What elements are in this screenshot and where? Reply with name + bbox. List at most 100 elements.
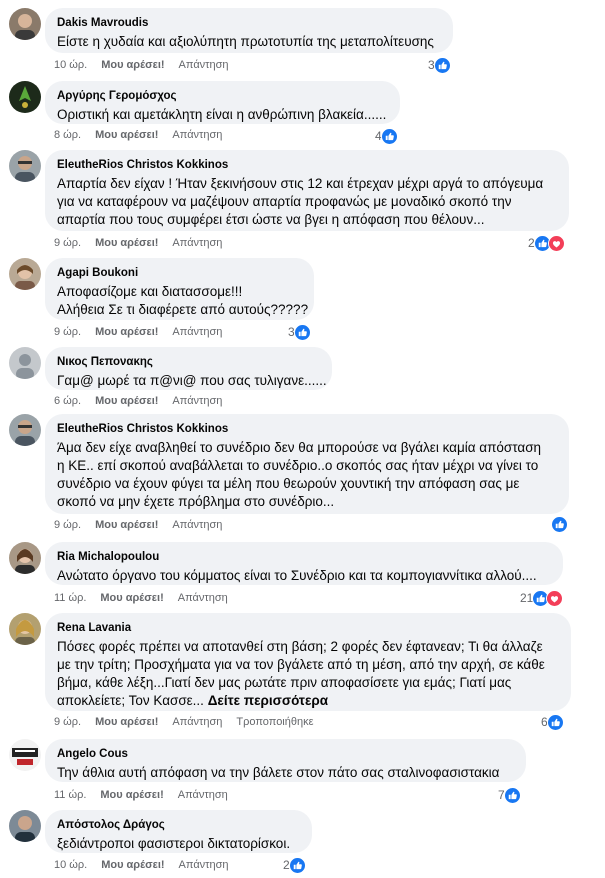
like-button[interactable]: Μου αρέσει! <box>101 859 164 871</box>
reply-button[interactable]: Απάντηση <box>179 59 229 71</box>
avatar[interactable] <box>9 613 41 645</box>
avatar[interactable] <box>9 542 41 574</box>
comment-text-line: Πόσες φορές πρέπει να αποτανθεί στη βάση… <box>57 639 543 654</box>
reply-button[interactable]: Απάντηση <box>178 592 228 604</box>
comment-author[interactable]: Agapi Boukoni <box>57 266 302 281</box>
comment-time[interactable]: 10 ώρ. <box>54 859 87 871</box>
comment-author[interactable]: EleutheRios Christos Kokkinos <box>57 158 557 173</box>
like-button[interactable]: Μου αρέσει! <box>100 789 163 801</box>
like-button[interactable]: Μου αρέσει! <box>95 716 158 728</box>
comment-bubble: EleutheRios Christos Kokkinos Άμα δεν εί… <box>45 414 569 514</box>
comment-text-line: αποκλείετε; Τον Κασσε... <box>57 693 204 708</box>
comment-bubble: EleutheRios Christos Kokkinos Απαρτία δε… <box>45 150 569 231</box>
like-button[interactable]: Μου αρέσει! <box>95 395 158 407</box>
reply-button[interactable]: Απάντηση <box>179 859 229 871</box>
avatar[interactable] <box>9 81 41 113</box>
comment-time[interactable]: 8 ώρ. <box>54 129 81 141</box>
reaction-summary[interactable]: 3 <box>288 323 311 341</box>
like-button[interactable]: Μου αρέσει! <box>95 326 158 338</box>
reply-button[interactable]: Απάντηση <box>172 519 222 531</box>
comment-time[interactable]: 10 ώρ. <box>54 59 87 71</box>
reaction-summary[interactable] <box>551 515 568 533</box>
comment-time[interactable]: 6 ώρ. <box>54 395 81 407</box>
reaction-summary[interactable]: 7 <box>498 786 521 804</box>
like-button[interactable]: Μου αρέσει! <box>100 592 163 604</box>
comment-bubble: Απόστολος Δράγος ξεδιάντροποι φασιστεροι… <box>45 810 312 853</box>
like-button[interactable]: Μου αρέσει! <box>95 237 158 249</box>
comment-bubble: Αργύρης Γερομόσχος Οριστική και αμετάκλη… <box>45 81 400 124</box>
comment-text-line: Οριστική και αμετάκλητη είναι η ανθρώπιν… <box>57 107 387 122</box>
reaction-summary[interactable]: 21 <box>520 589 564 607</box>
comment-text-line: με την τρίτη; Προσχήματα για να τον βγάλ… <box>57 657 545 672</box>
comment-author[interactable]: Rena Lavania <box>57 621 559 636</box>
comment-text-line: σκοπό να μην έχετε πρόβλημα στο συνέδριο… <box>57 494 335 509</box>
avatar[interactable] <box>9 810 41 842</box>
reaction-count: 21 <box>520 591 534 605</box>
comment-text-line: Άμα δεν είχε αναβληθεί το συνέδριο δεν θ… <box>57 440 542 455</box>
comment-time[interactable]: 11 ώρ. <box>54 592 86 604</box>
reaction-summary[interactable]: 6 <box>541 713 564 731</box>
comment-text-line: για να καταφέρουν να μαζέψουν απαρτία πρ… <box>57 194 512 209</box>
like-icon <box>551 515 568 533</box>
comment-meta: 11 ώρ. Μου αρέσει! Απάντηση <box>54 591 242 605</box>
like-button[interactable]: Μου αρέσει! <box>101 59 164 71</box>
reaction-summary[interactable]: 4 <box>375 127 398 145</box>
comment-text-line: συνέδριο να έχουν φύγει τα μέλη που θεωρ… <box>57 476 520 491</box>
reaction-summary[interactable]: 2 <box>528 234 565 252</box>
comment-meta: 10 ώρ. Μου αρέσει! Απάντηση <box>54 858 243 872</box>
avatar[interactable] <box>9 258 41 290</box>
reply-button[interactable]: Απάντηση <box>172 129 222 141</box>
see-more-link[interactable]: Δείτε περισσότερα <box>208 693 328 708</box>
comment-meta: 9 ώρ. Μου αρέσει! Απάντηση <box>54 236 236 250</box>
comment-text-line: ξεδιάντροποι φασιστεροι δικτατορίσκοι. <box>57 836 291 851</box>
reply-button[interactable]: Απάντηση <box>178 789 228 801</box>
comment-meta: 9 ώρ. Μου αρέσει! Απάντηση Τροποποιήθηκε <box>54 715 328 729</box>
reply-button[interactable]: Απάντηση <box>172 395 222 407</box>
avatar[interactable] <box>9 414 41 446</box>
like-icon <box>433 56 451 74</box>
comment-text-line: απαρτία που τους συμφέρει έτσι ώστε να β… <box>57 212 485 227</box>
reply-button[interactable]: Απάντηση <box>172 237 222 249</box>
comment-meta: 10 ώρ. Μου αρέσει! Απάντηση <box>54 58 243 72</box>
reply-button[interactable]: Απάντηση <box>172 326 222 338</box>
comment-author[interactable]: EleutheRios Christos Kokkinos <box>57 422 557 437</box>
comment-time[interactable]: 9 ώρ. <box>54 519 81 531</box>
comment-time[interactable]: 9 ώρ. <box>54 237 81 249</box>
comment-text-line: βήμα, κάθε λέξη...Γιατί δεν μας ρωτάτε π… <box>57 675 512 690</box>
edited-label[interactable]: Τροποποιήθηκε <box>236 716 313 728</box>
avatar[interactable] <box>9 739 41 771</box>
comment-text-line: Αλήθεια Σε τι διαφέρετε από αυτούς????? <box>57 302 309 317</box>
comment-bubble: Rena Lavania Πόσες φορές πρέπει να αποτα… <box>45 613 571 711</box>
reaction-summary[interactable]: 2 <box>283 856 306 874</box>
like-button[interactable]: Μου αρέσει! <box>95 129 158 141</box>
comment-author[interactable]: Απόστολος Δράγος <box>57 818 300 833</box>
comment-time[interactable]: 11 ώρ. <box>54 789 86 801</box>
comment-text-line: Την άθλια αυτή απόφαση να την βάλετε στο… <box>57 765 500 780</box>
comment-author[interactable]: Νικος Πεπονακης <box>57 355 320 370</box>
avatar[interactable] <box>9 8 41 40</box>
like-button[interactable]: Μου αρέσει! <box>95 519 158 531</box>
comment-text-line: Απαρτία δεν είχαν ! Ήταν ξεκινήσουν στις… <box>57 176 544 191</box>
comment-meta: 11 ώρ. Μου αρέσει! Απάντηση <box>54 788 242 802</box>
comment-meta: 8 ώρ. Μου αρέσει! Απάντηση <box>54 128 236 142</box>
love-icon <box>547 234 565 252</box>
comment-author[interactable]: Ria Michalopoulou <box>57 550 551 565</box>
comment-meta: 9 ώρ. Μου αρέσει! Απάντηση <box>54 518 236 532</box>
comment-bubble: Agapi Boukoni Αποφασίζομε και διατασσομε… <box>45 258 314 320</box>
comment-bubble: Νικος Πεπονακης Γαμ@ μωρέ τα π@νι@ που σ… <box>45 347 332 390</box>
like-icon <box>293 323 311 341</box>
comment-author[interactable]: Angelo Cous <box>57 747 514 762</box>
comment-time[interactable]: 9 ώρ. <box>54 326 81 338</box>
like-icon <box>380 127 398 145</box>
reaction-summary[interactable]: 3 <box>428 56 451 74</box>
like-icon <box>503 786 521 804</box>
comment-author[interactable]: Αργύρης Γερομόσχος <box>57 89 388 104</box>
avatar[interactable] <box>9 150 41 182</box>
comment-bubble: Ria Michalopoulou Ανώτατο όργανο του κόμ… <box>45 542 563 585</box>
avatar[interactable] <box>9 347 41 379</box>
comment-text-line: η ΚΕ.. επί σκοπού αναβάλλεται το συνέδρι… <box>57 458 539 473</box>
comment-author[interactable]: Dakis Mavroudis <box>57 16 441 31</box>
comment-time[interactable]: 9 ώρ. <box>54 716 81 728</box>
comment-bubble: Dakis Mavroudis Είστε η χυδαία και αξιολ… <box>45 8 453 53</box>
reply-button[interactable]: Απάντηση <box>172 716 222 728</box>
